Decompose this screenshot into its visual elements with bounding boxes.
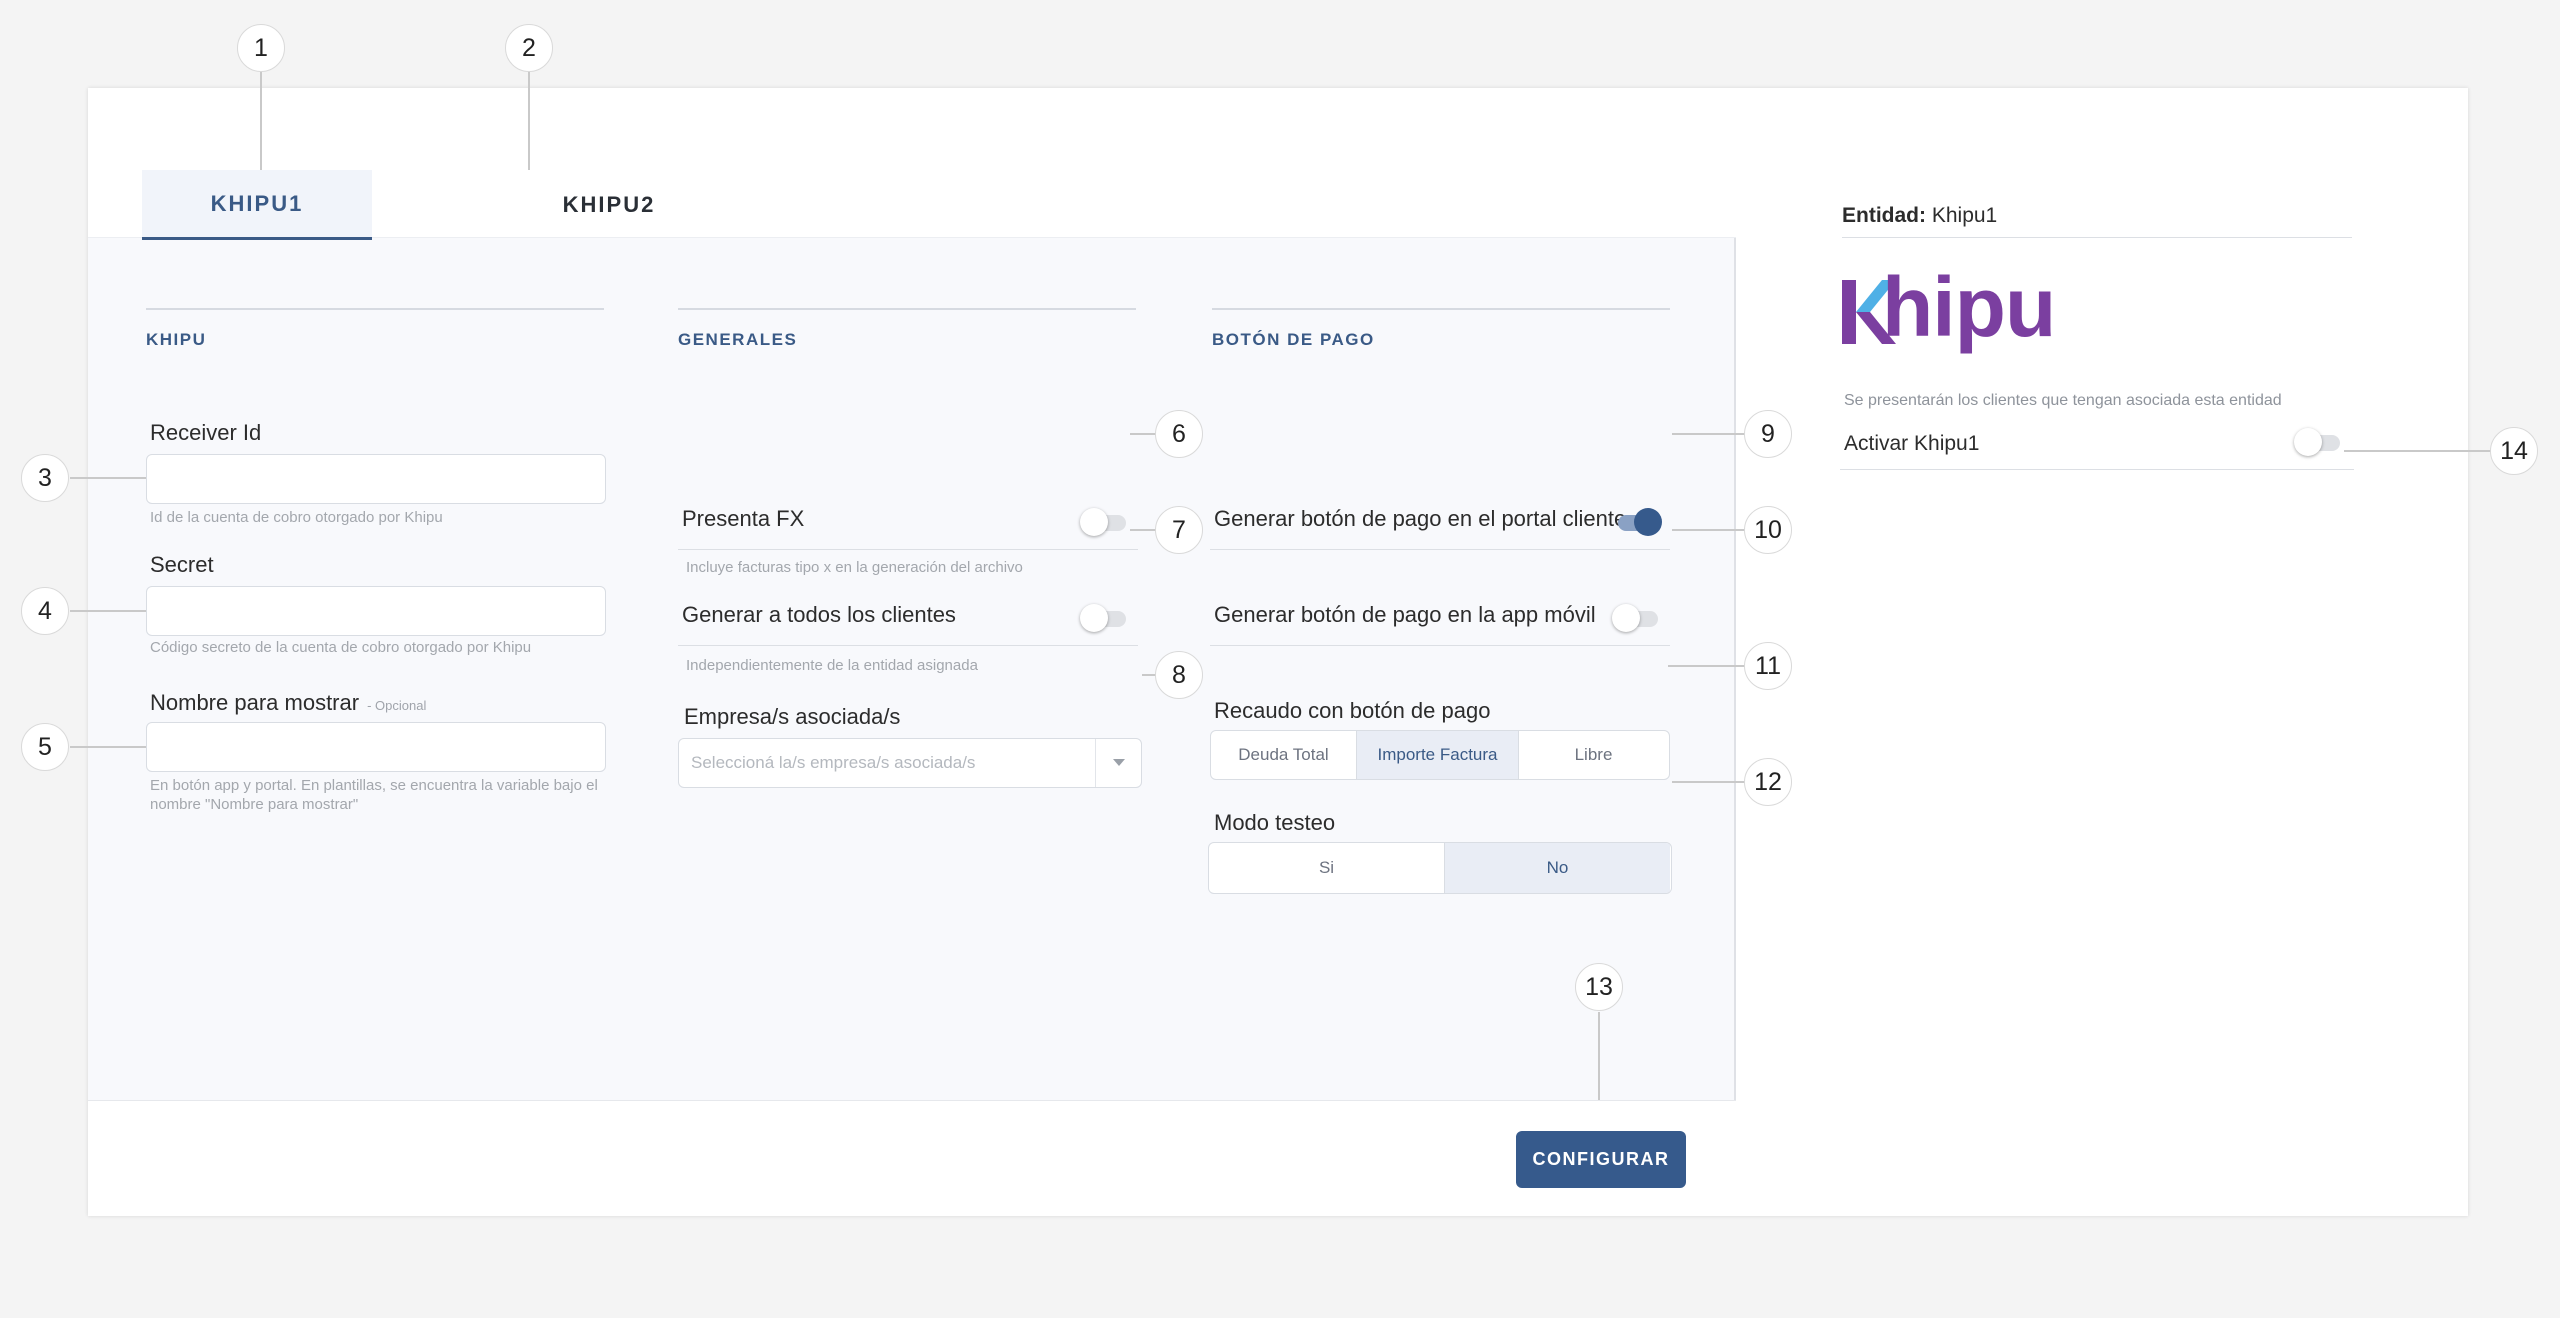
section-divider [678,308,1136,310]
modo-testeo-option-no[interactable]: No [1445,843,1670,893]
toggle-knob [2294,428,2322,456]
entity-pane: Entidad: Khipu1 hipu Se presentarán los … [1738,88,2468,1216]
display-name-help-line2: nombre "Nombre para mostrar" [150,796,359,813]
callout-8: 8 [1155,651,1203,699]
empresas-select[interactable]: Seleccioná la/s empresa/s asociada/s [678,738,1142,788]
empresas-label: Empresa/s asociada/s [684,704,901,729]
optional-hint: - Opcional [367,698,427,713]
display-name-label-text: Nombre para mostrar [150,690,360,715]
recaudo-label: Recaudo con botón de pago [1214,698,1491,723]
khipu-section: KHIPU [146,308,606,350]
entity-value: Khipu1 [1931,204,1998,227]
portal-cliente-row: Generar botón de pago en el portal clien… [1210,494,1670,550]
footer-bar: CONFIGURAR [88,1100,1736,1216]
toggle-knob [1612,604,1640,632]
empresas-placeholder: Seleccioná la/s empresa/s asociada/s [691,753,976,772]
callout-3: 3 [21,454,69,502]
activate-label: Activar Khipu1 [1844,432,1980,455]
callout-12: 12 [1744,758,1792,806]
receiver-id-help: Id de la cuenta de cobro otorgado por Kh… [150,509,443,526]
callout-7: 7 [1155,506,1203,554]
callout-13: 13 [1575,963,1623,1011]
presenta-fx-label: Presenta FX [682,506,805,531]
portal-cliente-label: Generar botón de pago en el portal clien… [1214,506,1627,531]
app-movil-row: Generar botón de pago en la app móvil [1210,590,1670,646]
recaudo-option-libre[interactable]: Libre [1519,731,1668,779]
toggle-knob [1634,508,1662,536]
secret-input[interactable] [146,586,606,636]
tab-khipu2[interactable]: KHIPU2 [494,170,724,240]
callout-1: 1 [237,24,285,72]
generales-section-title: GENERALES [678,330,798,349]
configure-button[interactable]: CONFIGURAR [1516,1131,1686,1188]
display-name-input[interactable] [146,722,606,772]
activate-toggle[interactable] [2294,428,2344,456]
generales-section: GENERALES [678,308,1138,350]
receiver-id-input[interactable] [146,454,606,504]
toggle-knob [1080,508,1108,536]
tab-khipu1[interactable]: KHIPU1 [142,170,372,240]
callout-5: 5 [21,723,69,771]
dropdown-toggle[interactable] [1095,739,1141,787]
callout-14: 14 [2490,427,2538,475]
settings-pane: KHIPU1 KHIPU2 KHIPU Receiver Id Id de la… [88,88,1736,1216]
recaudo-option-deuda-total[interactable]: Deuda Total [1211,731,1357,779]
entity-field: Entidad: Khipu1 [1842,204,2352,238]
todos-clientes-row: Generar a todos los clientes [678,590,1138,646]
receiver-id-label: Receiver Id [150,420,262,445]
entity-label: Entidad: [1842,204,1926,227]
secret-help: Código secreto de la cuenta de cobro oto… [150,639,532,656]
section-divider [1212,308,1670,310]
toggle-knob [1080,604,1108,632]
entity-help: Se presentarán los clientes que tengan a… [1844,392,2282,409]
modo-testeo-option-si[interactable]: Si [1209,843,1445,893]
display-name-help-line1: En botón app y portal. En plantillas, se… [150,777,598,794]
display-name-help: En botón app y portal. En plantillas, se… [150,776,598,814]
todos-clientes-help: Independientemente de la entidad asignad… [686,657,978,674]
callout-11: 11 [1744,642,1792,690]
todos-clientes-toggle[interactable] [1080,604,1130,632]
recaudo-option-importe-factura[interactable]: Importe Factura [1357,731,1519,779]
portal-cliente-toggle[interactable] [1612,508,1662,536]
app-movil-label: Generar botón de pago en la app móvil [1214,602,1596,627]
chevron-down-icon [1113,759,1125,766]
boton-pago-section-title: BOTÓN DE PAGO [1212,330,1375,349]
presenta-fx-help: Incluye facturas tipo x en la generación… [686,559,1023,576]
callout-4: 4 [21,587,69,635]
activate-row: Activar Khipu1 [1840,414,2354,470]
secret-label: Secret [150,552,214,577]
khipu-logo: hipu [1838,262,2078,356]
app-movil-toggle[interactable] [1612,604,1662,632]
callout-6: 6 [1155,410,1203,458]
callout-10: 10 [1744,506,1792,554]
boton-pago-section: BOTÓN DE PAGO [1212,308,1672,350]
section-divider [146,308,604,310]
presenta-fx-toggle[interactable] [1080,508,1130,536]
tabs-bar: KHIPU1 KHIPU2 [88,88,1736,240]
todos-clientes-label: Generar a todos los clientes [682,602,956,627]
modo-testeo-label: Modo testeo [1214,810,1336,835]
config-card: KHIPU1 KHIPU2 KHIPU Receiver Id Id de la… [88,88,2468,1216]
khipu-logo-text: hipu [1882,260,2056,354]
presenta-fx-row: Presenta FX [678,494,1138,550]
khipu-section-title: KHIPU [146,330,207,349]
callout-2: 2 [505,24,553,72]
recaudo-segmented: Deuda Total Importe Factura Libre [1210,730,1670,780]
callout-9: 9 [1744,410,1792,458]
display-name-label: Nombre para mostrar - Opcional [150,690,426,716]
modo-testeo-segmented: Si No [1208,842,1672,894]
